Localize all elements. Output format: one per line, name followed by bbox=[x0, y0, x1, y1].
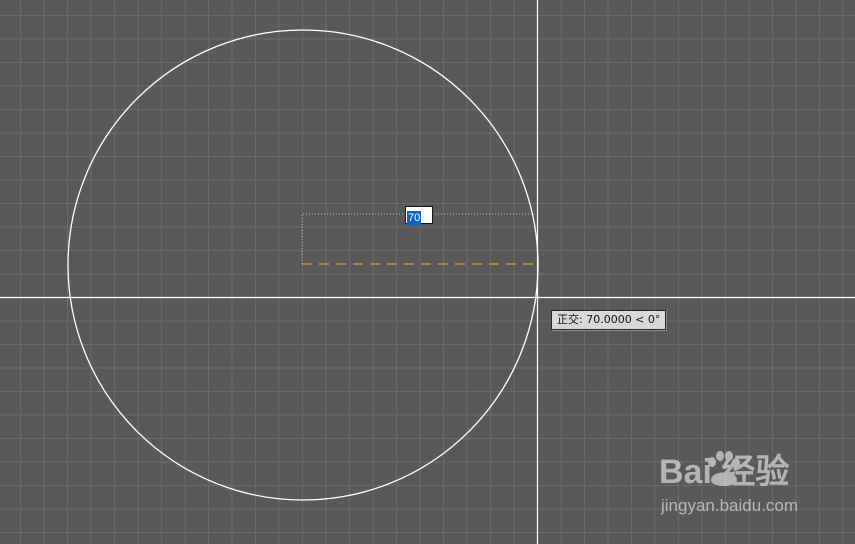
dynamic-input-field[interactable]: 70 bbox=[405, 206, 433, 225]
dynamic-input-value[interactable]: 70 bbox=[407, 211, 422, 225]
ortho-tooltip: 正交: 70.0000 < 0° bbox=[551, 310, 667, 330]
drawing-viewport[interactable] bbox=[0, 0, 855, 544]
grid bbox=[0, 0, 855, 544]
